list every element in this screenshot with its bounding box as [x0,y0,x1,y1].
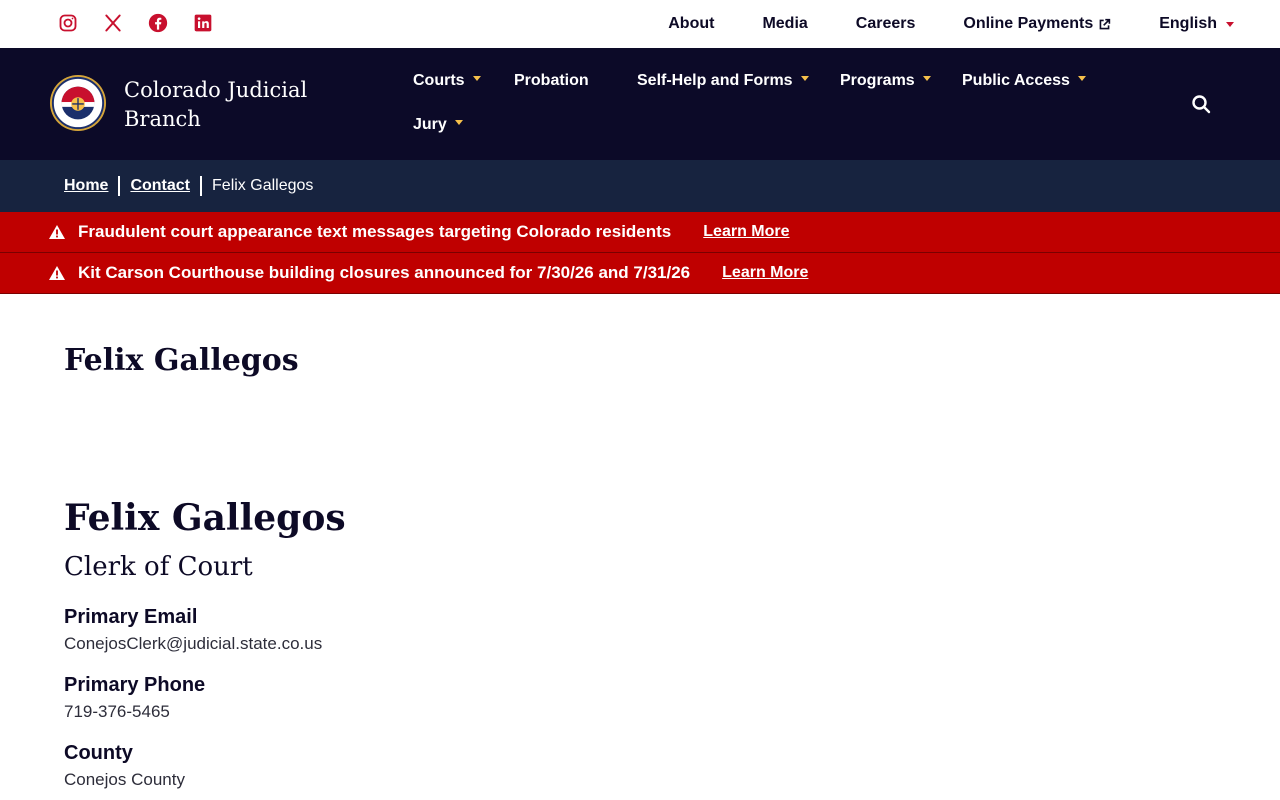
nav-courts[interactable]: Courts [413,72,481,90]
utility-links: About Media Careers Online Payments Engl… [620,0,1234,48]
language-label: English [1159,15,1217,32]
primary-email-value[interactable]: ConejosClerk@judicial.state.co.us [64,634,322,654]
alert-banner: Fraudulent court appearance text message… [0,212,1280,253]
linkedin-icon[interactable] [193,13,213,33]
alert-learn-more-link[interactable]: Learn More [722,264,808,282]
county-label: County [64,742,133,764]
breadcrumb: Home Contact Felix Gallegos [0,160,1280,212]
facebook-icon[interactable] [148,13,168,33]
alert-banner: Kit Carson Courthouse building closures … [0,253,1280,294]
about-label: About [668,15,715,32]
external-link-icon [1099,18,1111,29]
nav-probation[interactable]: Probation [514,72,589,90]
caret-down-icon [454,119,463,125]
nav-self-help-label: Self-Help and Forms [637,72,793,89]
utility-bar: About Media Careers Online Payments Engl… [0,0,1280,48]
careers-label: Careers [855,15,916,32]
person-role: Clerk of Court [64,552,253,582]
nav-public-access[interactable]: Public Access [962,72,1086,90]
nav-courts-label: Courts [413,72,465,89]
about-link[interactable]: About [668,15,714,33]
caret-down-icon [800,75,809,81]
nav-programs[interactable]: Programs [840,72,931,90]
caret-down-icon [922,75,931,81]
breadcrumb-separator [118,176,121,196]
primary-phone-label: Primary Phone [64,674,206,696]
media-label: Media [762,15,808,32]
nav-probation-label: Probation [514,72,589,89]
nav-jury-label: Jury [413,116,447,133]
primary-email-label: Primary Email [64,606,198,628]
social-links [58,13,238,33]
caret-down-icon [472,75,481,81]
breadcrumb-current: Felix Gallegos [212,177,314,194]
online-payments-label: Online Payments [963,15,1094,32]
alert-message: Kit Carson Courthouse building closures … [78,263,691,282]
careers-link[interactable]: Careers [856,15,916,33]
breadcrumb-contact[interactable]: Contact [130,177,190,195]
nav-self-help-and-forms[interactable]: Self-Help and Forms [637,72,809,90]
breadcrumb-separator [200,176,203,196]
page-title: Felix Gallegos [64,343,299,378]
court-seal-logo[interactable] [49,74,107,132]
online-payments-link[interactable]: Online Payments [963,15,1111,33]
language-selector[interactable]: English [1159,15,1234,33]
instagram-icon[interactable] [58,13,78,33]
alert-message: Fraudulent court appearance text message… [78,222,672,241]
brand-name[interactable]: Colorado Judicial Branch [124,76,344,134]
caret-down-icon [1226,21,1234,27]
main-header: Colorado Judicial Branch Courts Probatio… [0,48,1280,160]
x-icon[interactable] [103,13,123,33]
nav-public-access-label: Public Access [962,72,1070,89]
alert-learn-more-link[interactable]: Learn More [703,223,789,241]
county-value: Conejos County [64,770,185,789]
warning-icon [49,266,65,280]
person-name: Felix Gallegos [64,497,346,539]
media-link[interactable]: Media [762,15,807,33]
breadcrumb-home[interactable]: Home [64,177,108,195]
nav-programs-label: Programs [840,72,915,89]
caret-down-icon [1077,75,1086,81]
warning-icon [49,225,65,239]
primary-phone-value[interactable]: 719-376-5465 [64,702,170,722]
search-icon[interactable] [1191,94,1211,114]
nav-jury[interactable]: Jury [413,116,463,134]
